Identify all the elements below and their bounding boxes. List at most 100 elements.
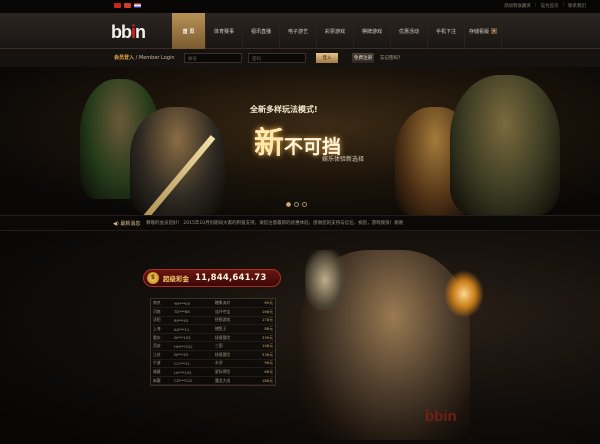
login-bar: 会员登入 / Member Login 帐号 密码 登入 免费注册 忘记密码? <box>0 49 600 67</box>
username-field[interactable]: 帐号 <box>184 53 242 63</box>
language-flags <box>114 3 141 8</box>
nav-item-home[interactable]: 首 页 <box>172 13 206 49</box>
nav-item-deposit[interactable]: 存储看版 ▾ <box>465 13 502 49</box>
winner-user: BI***45 <box>171 316 213 326</box>
nav-item-lottery[interactable]: 彩票游戏 <box>317 13 354 49</box>
winner-game: 连环夺宝 <box>213 307 248 317</box>
bbin-watermark-logo: bbin <box>425 408 457 425</box>
table-row: 西安 HH***222 三国 148元 <box>151 341 275 352</box>
winner-amount: 188元 <box>247 376 275 386</box>
winner-amount: 336元 <box>247 350 275 360</box>
contact-link[interactable]: 联系我们 <box>568 3 586 9</box>
table-row: 河南 TD***88 连环夺宝 168元 <box>151 307 275 317</box>
winner-user: W***155 <box>171 333 213 343</box>
chevron-down-icon[interactable]: ▾ <box>491 28 497 34</box>
winners-list: 南京 YM***05 糖果派对 69元 河南 TD***88 连环夺宝 168元 沈阳 BI*… <box>150 298 276 387</box>
main-navbar: bbin 首 页 体育赛事 视讯直播 电子游艺 彩票游戏 棋牌游戏 优惠活动 手… <box>0 13 600 49</box>
carousel-dot[interactable] <box>294 202 299 207</box>
table-row: 福建 LK***155 星际探险 66元 <box>151 367 275 377</box>
winner-user: AS***11 <box>171 324 213 334</box>
winner-amount: 148元 <box>247 341 275 352</box>
news-ticker: ◀) 最新消息 尊敬的会员您好！ 2015年10月份期间大家的积极支持，请您注意… <box>0 215 600 231</box>
warrior-illustration <box>130 107 225 215</box>
login-button[interactable]: 登入 <box>316 53 338 63</box>
news-text[interactable]: 尊敬的会员您好！ 2015年10月份期间大家的积极支持，请您注意最新的优惠体验，… <box>146 220 456 226</box>
login-title-en: / Member Login <box>134 55 175 61</box>
password-field[interactable]: 密码 <box>248 53 306 63</box>
table-row: 沈阳 BI***45 拼图游戏 178元 <box>151 316 275 326</box>
winner-user: LK***155 <box>171 367 213 377</box>
winner-amount: 168元 <box>247 307 275 317</box>
hk-flag-icon[interactable] <box>124 3 131 8</box>
login-title: 会员登入 / Member Login <box>114 54 175 61</box>
winner-amount: 66元 <box>247 367 275 377</box>
winner-city: 福建 <box>151 367 172 377</box>
winner-amount: 96元 <box>247 359 275 369</box>
jackpot-value: 11,844,641.73 <box>195 273 267 283</box>
separator: | <box>562 3 564 8</box>
banner-subtitle: 全新多样玩法模式! <box>250 105 318 114</box>
forgot-password-link[interactable]: 忘记密码? <box>380 55 400 61</box>
winner-city: 沈阳 <box>151 316 172 326</box>
jackpot-label: 超级彩金 <box>163 275 189 283</box>
winner-city: 南京 <box>151 299 172 309</box>
winner-game: 捕鱼王 <box>213 324 248 334</box>
set-homepage-link[interactable]: 设为首页 <box>540 3 558 9</box>
carousel-dot[interactable] <box>286 202 291 207</box>
winner-amount: 69元 <box>247 299 275 309</box>
winner-city: 重庆 <box>151 333 172 343</box>
nav-item-mobile[interactable]: 手机下注 <box>428 13 465 49</box>
winner-game: 秘境冒险 <box>213 333 248 343</box>
news-label: ◀) 最新消息 <box>113 220 140 227</box>
banner-tagline: 娱乐体验新选择 <box>322 156 365 163</box>
unicorn-mount-illustration <box>305 250 345 310</box>
winner-user: TD***88 <box>171 307 213 317</box>
add-favorite-link[interactable]: 添加到收藏夹 <box>504 3 531 9</box>
winner-game: 魔龙大战 <box>213 376 248 386</box>
winner-city: 西安 <box>151 341 172 352</box>
banner-headline-char: 新 <box>254 126 284 161</box>
nav-menu: 首 页 体育赛事 视讯直播 电子游艺 彩票游戏 棋牌游戏 优惠活动 手机下注 存… <box>172 13 502 49</box>
winner-amount: 178元 <box>247 316 275 326</box>
table-row: 重庆 W***155 秘境冒险 339元 <box>151 333 275 343</box>
jackpot-display: $ 超级彩金 11,844,641.73 <box>143 269 281 287</box>
cn-flag-icon[interactable] <box>114 3 121 8</box>
winner-user: YM***05 <box>171 299 213 309</box>
winner-city: 新疆 <box>151 376 172 386</box>
winner-game: 秘境冒险 <box>213 350 248 360</box>
table-row: 新疆 CD***222 魔龙大战 188元 <box>151 376 275 386</box>
winner-game: 星际探险 <box>213 367 248 377</box>
winner-game: 水浒 <box>213 359 248 369</box>
winner-amount: 339元 <box>247 333 275 343</box>
winner-user: HH***222 <box>171 341 213 352</box>
nav-item-promotions[interactable]: 优惠活动 <box>391 13 428 49</box>
carousel-dot[interactable] <box>302 202 307 207</box>
table-row: 宁波 CC***11 水浒 96元 <box>151 359 275 369</box>
winner-user: CD***222 <box>171 376 213 386</box>
table-row: 南京 YM***05 糖果派对 69元 <box>151 299 275 309</box>
warrior-illustration <box>450 75 560 215</box>
bbin-logo[interactable]: bbin <box>111 22 146 43</box>
nav-item-card-games[interactable]: 棋牌游戏 <box>354 13 391 49</box>
coin-icon: $ <box>147 272 159 284</box>
top-links: 添加到收藏夹 | 设为首页 | 联系我们 <box>504 3 586 9</box>
top-utility-bar: 添加到收藏夹 | 设为首页 | 联系我们 <box>0 0 600 13</box>
winner-city: 宁波 <box>151 359 172 369</box>
nav-item-sports[interactable]: 体育赛事 <box>206 13 243 49</box>
us-flag-icon[interactable] <box>134 3 141 8</box>
news-label-text: 最新消息 <box>120 221 141 227</box>
login-title-cn: 会员登入 <box>114 55 135 61</box>
winner-city: 江苏 <box>151 350 172 360</box>
register-button[interactable]: 免费注册 <box>352 53 374 63</box>
logo-text-pre: bb <box>111 22 132 42</box>
table-row: 上海 AS***11 捕鱼王 88元 <box>151 324 275 334</box>
winner-city: 河南 <box>151 307 172 317</box>
winner-game: 拼图游戏 <box>213 316 248 326</box>
fairy-illustration <box>444 270 484 318</box>
winner-game: 三国 <box>213 341 248 352</box>
table-row: 江苏 W***45 秘境冒险 336元 <box>151 350 275 360</box>
nav-item-deposit-label: 存储看版 <box>468 28 489 35</box>
nav-item-slots[interactable]: 电子游艺 <box>280 13 317 49</box>
nav-item-live-casino[interactable]: 视讯直播 <box>243 13 280 49</box>
winner-user: W***45 <box>171 350 213 360</box>
